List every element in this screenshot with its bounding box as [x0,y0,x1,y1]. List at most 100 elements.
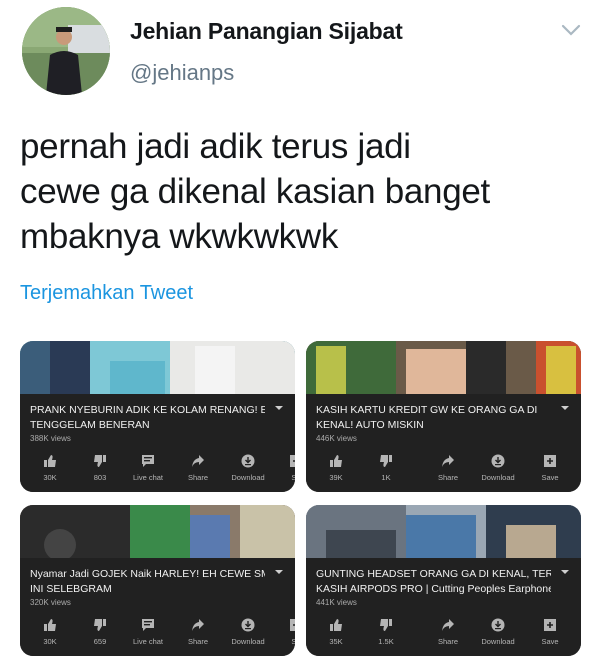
live-chat-label: Live chat [132,637,164,646]
download-icon [491,618,505,632]
download-label: Download [231,473,265,482]
expand-icon[interactable] [275,406,283,410]
share-label: Share [187,473,208,482]
download-button[interactable]: Download [226,618,270,646]
download-button[interactable]: Download [226,454,270,482]
video-title-line: TENGGELAM BENERAN [30,419,150,431]
download-label: Download [481,473,515,482]
save-icon [544,619,556,631]
video-title-line: KENAL! AUTO MISKIN [316,419,424,431]
save-icon [290,619,295,631]
share-button[interactable]: Share [176,618,220,646]
share-icon [442,619,454,631]
dislike-button[interactable]: 1.5K [364,618,408,646]
expand-icon[interactable] [561,406,569,410]
like-button[interactable]: 30K [28,454,72,482]
live-chat-button[interactable]: Live chat [126,618,170,646]
like-button[interactable]: 30K [28,618,72,646]
video-title-line: GUNTING HEADSET ORANG GA DI KENAL, TERUS [316,568,551,580]
view-count: 446K views [316,434,357,443]
video-title-line: KASIH AIRPODS PRO | Cutting Peoples Earp… [316,583,551,595]
author-handle[interactable]: @jehianps [130,60,234,86]
author-avatar[interactable] [22,7,110,95]
like-count: 30K [43,637,57,646]
save-label: Save [541,637,559,646]
video-thumbnail[interactable] [306,341,581,394]
download-label: Download [481,637,515,646]
dislike-button[interactable]: 803 [78,454,122,482]
download-icon [491,454,505,468]
thumbs-down-icon [94,619,106,631]
video-title-line: KASIH KARTU KREDIT GW KE ORANG GA DI [316,404,538,416]
tweet-text-line: cewe ga dikenal kasian banget [20,172,490,211]
expand-icon[interactable] [561,570,569,574]
video-title[interactable]: GUNTING HEADSET ORANG GA DI KENAL, TERUS… [316,567,551,597]
video-card[interactable]: PRANK NYEBURIN ADIK KE KOLAM RENANG! EH … [20,341,295,492]
view-count: 441K views [316,598,357,607]
video-card[interactable]: GUNTING HEADSET ORANG GA DI KENAL, TERUS… [306,505,581,656]
save-button[interactable]: Sa [274,454,295,482]
share-button[interactable]: Share [426,618,470,646]
video-thumbnail[interactable] [20,341,295,394]
video-card[interactable]: KASIH KARTU KREDIT GW KE ORANG GA DI KEN… [306,341,581,492]
dislike-count: 1K [381,473,391,482]
share-label: Share [437,473,458,482]
video-title[interactable]: Nyamar Jadi GOJEK Naik HARLEY! EH CEWE S… [30,567,265,597]
video-card[interactable]: Nyamar Jadi GOJEK Naik HARLEY! EH CEWE S… [20,505,295,656]
save-button[interactable]: Save [528,454,572,482]
chat-icon [142,619,154,631]
share-button[interactable]: Share [176,454,220,482]
video-title-line: PRANK NYEBURIN ADIK KE KOLAM RENANG! EH [30,404,265,416]
tweet-text: pernah jadi adik terus jadi cewe ga dike… [20,124,580,259]
video-thumbnail[interactable] [306,505,581,558]
like-count: 39K [329,473,343,482]
thumbs-down-icon [94,455,106,467]
dislike-count: 1.5K [378,637,394,646]
thumbs-up-icon [330,619,342,631]
download-label: Download [231,637,265,646]
translate-tweet-link[interactable]: Terjemahkan Tweet [20,282,193,305]
save-label: Save [541,473,559,482]
video-title-line: Nyamar Jadi GOJEK Naik HARLEY! EH CEWE S… [30,568,265,580]
share-button[interactable]: Share [426,454,470,482]
share-label: Share [437,637,458,646]
like-button[interactable]: 39K [314,454,358,482]
chevron-down-icon[interactable] [560,22,582,38]
download-icon [241,454,255,468]
like-count: 30K [43,473,57,482]
dislike-count: 803 [93,473,107,482]
dislike-count: 659 [93,637,107,646]
author-name[interactable]: Jehian Panangian Sijabat [130,18,403,45]
thumbs-down-icon [380,455,392,467]
download-button[interactable]: Download [476,618,520,646]
live-chat-button[interactable]: Live chat [126,454,170,482]
like-button[interactable]: 35K [314,618,358,646]
save-label: Sa [291,473,295,482]
expand-icon[interactable] [275,570,283,574]
download-button[interactable]: Download [476,454,520,482]
save-icon [290,455,295,467]
video-thumbnail[interactable] [20,505,295,558]
save-label: Sa [291,637,295,646]
share-label: Share [187,637,208,646]
video-title-line: INI SELEBGRAM [30,583,112,595]
video-title[interactable]: PRANK NYEBURIN ADIK KE KOLAM RENANG! EH … [30,403,265,433]
dislike-button[interactable]: 659 [78,618,122,646]
tweet-text-line: pernah jadi adik terus jadi [20,127,411,166]
download-icon [241,618,255,632]
video-title[interactable]: KASIH KARTU KREDIT GW KE ORANG GA DI KEN… [316,403,551,433]
share-icon [192,619,204,631]
view-count: 320K views [30,598,71,607]
chat-icon [142,455,154,467]
thumbs-down-icon [380,619,392,631]
save-button[interactable]: Save [528,618,572,646]
save-icon [544,455,556,467]
thumbs-up-icon [44,619,56,631]
save-button[interactable]: Sa [274,618,295,646]
live-chat-label: Live chat [132,473,164,482]
like-count: 35K [329,637,343,646]
dislike-button[interactable]: 1K [364,454,408,482]
thumbs-up-icon [44,455,56,467]
view-count: 388K views [30,434,71,443]
thumbs-up-icon [330,455,342,467]
